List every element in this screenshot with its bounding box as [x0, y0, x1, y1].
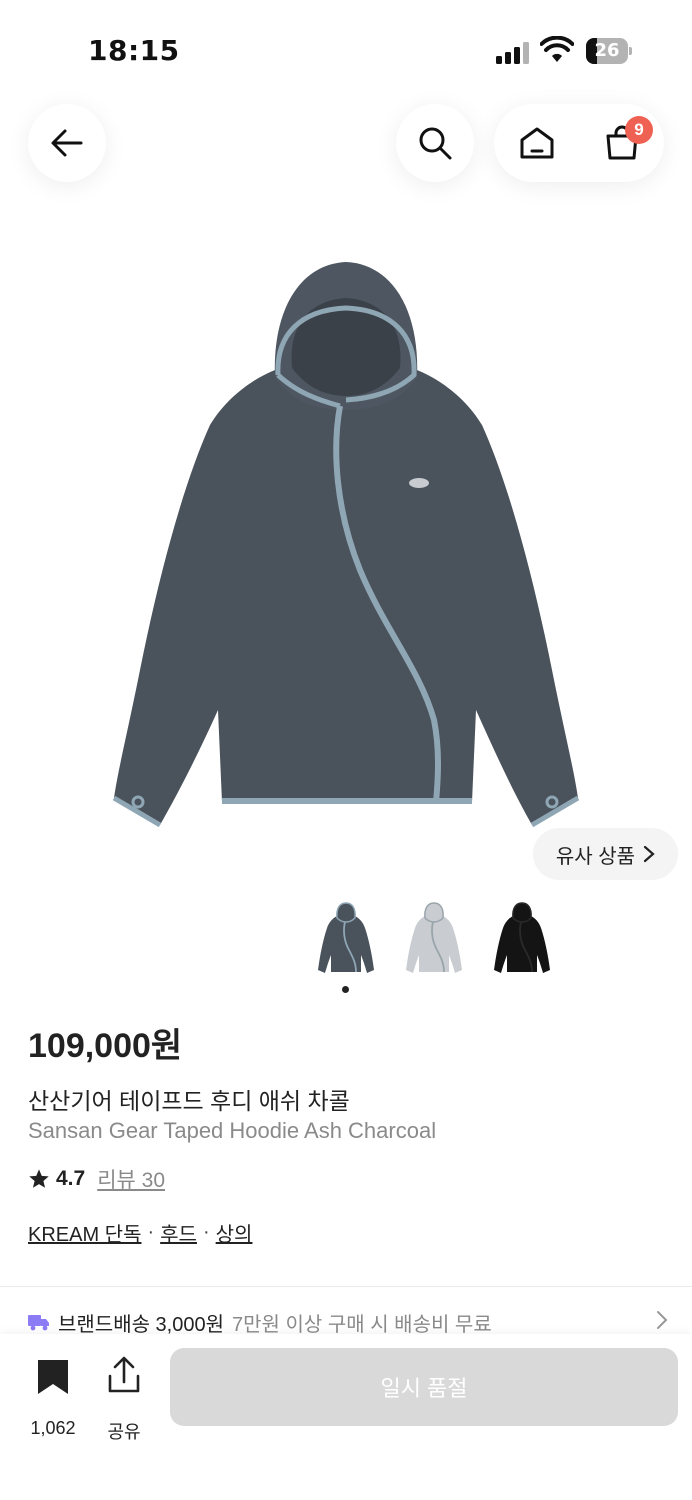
- similar-products-button[interactable]: 유사 상품: [533, 828, 678, 880]
- review-link[interactable]: 리뷰 30: [97, 1164, 165, 1194]
- home-cart-group: 9: [494, 104, 664, 182]
- chevron-right-icon: [657, 1311, 668, 1329]
- thumbnail-light-gray[interactable]: [401, 900, 467, 980]
- wifi-icon: [539, 35, 575, 64]
- shipping-fee: 브랜드배송 3,000원: [58, 1313, 225, 1336]
- bookmark-icon: [38, 1360, 68, 1394]
- cellular-signal-icon: [496, 40, 532, 64]
- temporarily-sold-out-button[interactable]: 일시 품절: [170, 1348, 678, 1426]
- share-label: 공유: [107, 1422, 141, 1442]
- color-thumbnails: [0, 900, 692, 980]
- tag-separator: ·: [147, 1221, 155, 1243]
- category-tags: KREAM 단독 · 후드 · 상의: [28, 1218, 252, 1247]
- search-button[interactable]: [396, 104, 474, 182]
- tag-kream-exclusive[interactable]: KREAM 단독: [28, 1218, 141, 1247]
- product-price: 109,000원: [28, 1027, 183, 1065]
- status-time: 18:15: [88, 34, 180, 67]
- bottom-action-bar: 1,062 공유 일시 품절: [0, 1334, 692, 1500]
- battery-level: 26: [594, 40, 620, 61]
- product-name-korean: 산산기어 테이프드 후디 애쉬 차콜: [28, 1088, 350, 1114]
- thumbnail-black[interactable]: [489, 900, 555, 980]
- product-name-english: Sansan Gear Taped Hoodie Ash Charcoal: [28, 1118, 437, 1143]
- free-shipping-note: 7만원 이상 구매 시 배송비 무료: [232, 1313, 492, 1336]
- bookmark-button[interactable]: 1,062: [18, 1354, 88, 1438]
- rating: 4.7 리뷰 30: [28, 1164, 165, 1194]
- tag-hood[interactable]: 후드: [160, 1218, 197, 1247]
- cart-count-badge: 9: [625, 116, 653, 144]
- share-button[interactable]: 공유: [94, 1354, 154, 1442]
- divider: [0, 1286, 692, 1287]
- home-icon: [520, 127, 553, 159]
- tag-separator: ·: [202, 1221, 210, 1243]
- rating-score: 4.7: [56, 1167, 86, 1190]
- share-icon: [108, 1356, 140, 1393]
- product-image[interactable]: [100, 250, 592, 840]
- status-bar: 18:15 26: [0, 0, 692, 100]
- battery-icon: 26: [586, 38, 632, 64]
- back-button[interactable]: [28, 104, 106, 182]
- carousel-indicator: [342, 986, 349, 993]
- arrow-left-icon: [51, 129, 83, 157]
- shipping-info-row[interactable]: 브랜드배송 3,000원 7만원 이상 구매 시 배송비 무료: [28, 1308, 668, 1336]
- search-icon: [419, 127, 452, 160]
- delivery-truck-icon: [28, 1315, 49, 1331]
- cart-button[interactable]: 9: [579, 104, 664, 182]
- similar-products-label: 유사 상품: [555, 845, 636, 868]
- tag-top[interactable]: 상의: [216, 1218, 253, 1247]
- home-button[interactable]: [494, 104, 579, 182]
- bookmark-count: 1,062: [30, 1418, 76, 1438]
- star-icon: [29, 1169, 49, 1188]
- thumbnail-ash-charcoal[interactable]: [313, 900, 379, 980]
- chevron-right-icon: [643, 845, 655, 863]
